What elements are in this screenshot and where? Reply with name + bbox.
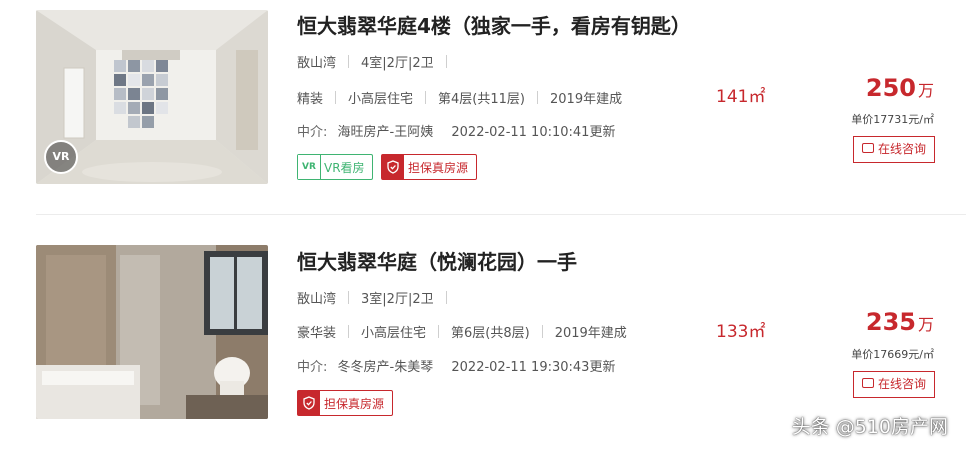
district: 敔山湾 (297, 292, 337, 307)
watermark: 头条 @510房产网 (791, 416, 948, 438)
update-time: 2022-02-11 19:30:43更新 (451, 360, 616, 375)
listing-card: VR 恒大翡翠华庭4楼（独家一手，看房有钥匙） 敔山湾 4室|2厅|2卫 精装 小高… (0, 0, 966, 216)
divider (348, 325, 350, 338)
divider (438, 325, 440, 338)
agent-name[interactable]: 海旺房产-王阿姨 (338, 125, 434, 140)
decoration: 豪华装 (297, 326, 337, 341)
floor-area: 141㎡ (716, 87, 766, 107)
divider (445, 291, 447, 304)
district: 敔山湾 (297, 56, 337, 71)
vr-tour-tag[interactable]: VR VR看房 (297, 154, 373, 180)
consult-label: 在线咨询 (877, 142, 926, 156)
floor-info: 第4层(共11层) (438, 92, 525, 107)
agent-label: 中介: (297, 360, 328, 375)
verified-listing-tag[interactable]: 担保真房源 (297, 390, 393, 416)
details-row: 豪华装 小高层住宅 第6层(共8层) 2019年建成 (297, 322, 627, 341)
price-value: 235 (865, 308, 916, 336)
listing-title[interactable]: 恒大翡翠华庭4楼（独家一手，看房有钥匙） (297, 10, 691, 39)
details-row: 精装 小高层住宅 第4层(共11层) 2019年建成 (297, 88, 622, 107)
verified-label: 担保真房源 (324, 397, 385, 411)
update-time: 2022-02-11 10:10:41更新 (451, 125, 616, 140)
floor-area: 133㎡ (716, 322, 766, 342)
bathroom-photo (36, 245, 268, 419)
building-type: 小高层住宅 (348, 92, 414, 107)
room-layout: 4室|2厅|2卫 (361, 56, 434, 71)
decoration: 精装 (297, 92, 324, 107)
online-consult-button[interactable]: 在线咨询 (853, 371, 935, 398)
total-price: 250 万 (866, 74, 934, 102)
chat-icon (861, 378, 874, 388)
verified-listing-tag[interactable]: 担保真房源 (381, 154, 477, 180)
vr-tour-label: VR看房 (324, 161, 365, 175)
vr-badge-icon[interactable]: VR (44, 140, 78, 174)
online-consult-button[interactable]: 在线咨询 (853, 136, 935, 163)
price-value: 250 (865, 74, 916, 102)
listing-divider (36, 214, 966, 215)
price-unit: 万 (917, 315, 934, 334)
vr-icon: VR (298, 155, 321, 179)
chat-icon (861, 143, 874, 153)
location-row: 敔山湾 3室|2厅|2卫 (297, 288, 459, 307)
listing-title[interactable]: 恒大翡翠华庭（悦澜花园）一手 (297, 246, 577, 275)
verified-label: 担保真房源 (408, 161, 469, 175)
agent-row: 中介: 海旺房产-王阿姨 2022-02-11 10:10:41更新 (297, 121, 615, 140)
unit-price: 单价17669元/㎡ (851, 348, 934, 361)
total-price: 235 万 (866, 308, 934, 336)
divider (537, 91, 538, 104)
agent-label: 中介: (297, 125, 328, 140)
shield-icon (298, 391, 320, 415)
location-row: 敔山湾 4室|2厅|2卫 (297, 52, 459, 71)
divider (348, 55, 350, 68)
divider (425, 91, 427, 104)
build-year: 2019年建成 (554, 326, 627, 341)
room-layout: 3室|2厅|2卫 (361, 292, 434, 307)
agent-name[interactable]: 冬冬房产-朱美琴 (338, 360, 434, 375)
shield-icon (382, 155, 404, 179)
unit-price: 单价17731元/㎡ (851, 113, 934, 126)
price-unit: 万 (917, 81, 934, 100)
listing-photo[interactable]: VR (36, 10, 268, 184)
divider (335, 91, 337, 104)
divider (348, 291, 350, 304)
consult-label: 在线咨询 (877, 377, 926, 391)
building-type: 小高层住宅 (361, 326, 427, 341)
build-year: 2019年建成 (550, 92, 623, 107)
agent-row: 中介: 冬冬房产-朱美琴 2022-02-11 19:30:43更新 (297, 356, 615, 375)
listing-photo[interactable] (36, 245, 268, 419)
divider (445, 55, 447, 68)
divider (541, 325, 543, 338)
floor-info: 第6层(共8层) (451, 326, 530, 341)
